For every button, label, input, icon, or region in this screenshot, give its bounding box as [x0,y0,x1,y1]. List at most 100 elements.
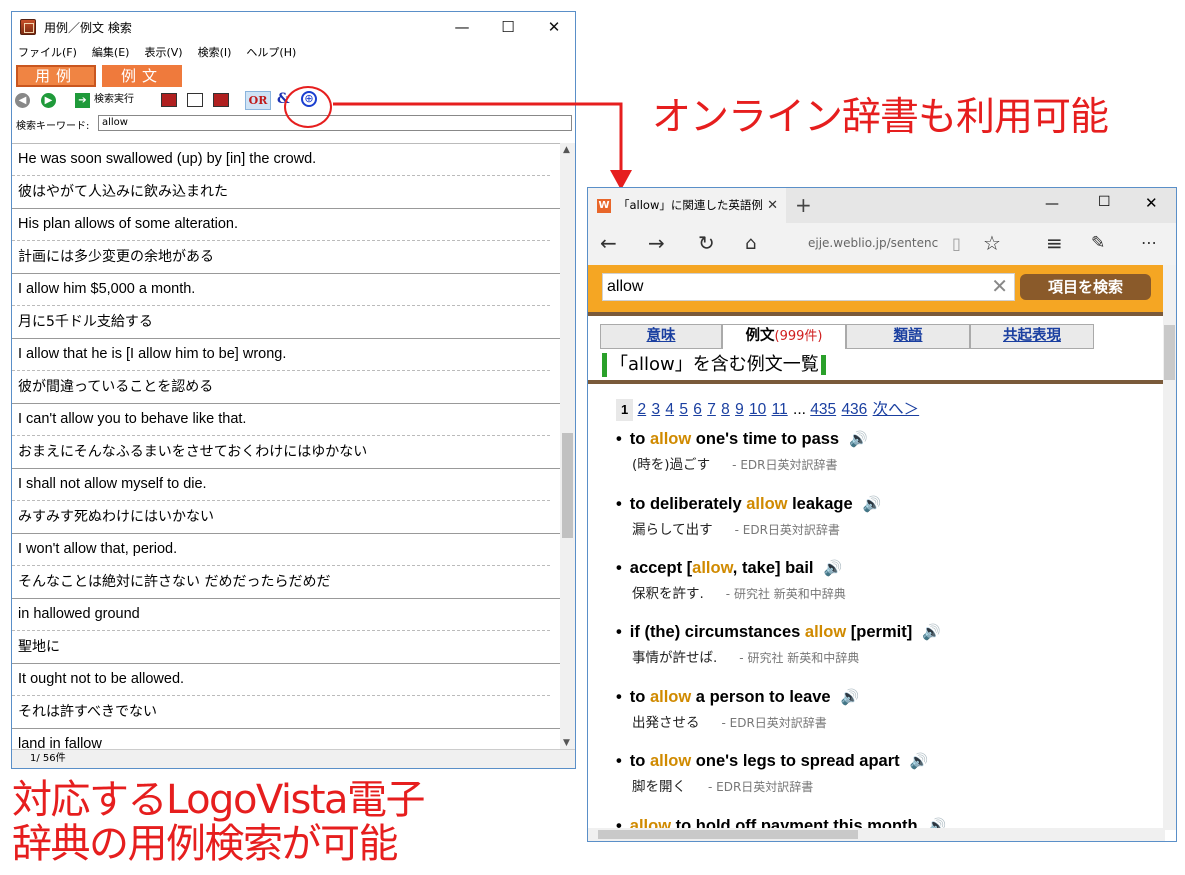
example-entry: • to allow one's time to pass 🔊 (時を)過ごす - E… [616,430,868,473]
entry-highlight: allow [649,430,692,448]
entry-highlight: allow [649,752,692,770]
page-link[interactable]: 11 [772,401,788,418]
search-button[interactable]: 項目を検索 [1020,274,1151,300]
entry-text: to [629,430,650,448]
weblio-favicon: W [597,199,611,213]
page-link[interactable]: 5 [679,401,688,418]
back-arrow-icon[interactable]: ← [600,231,617,255]
entry-source: - 研究社 新英和中辞典 [739,651,860,665]
speaker-icon[interactable]: 🔊 [922,623,941,641]
tab-examples-label: 例文 [745,328,775,344]
page-link[interactable]: 435 [810,401,836,418]
example-entry: • to allow a person to leave 🔊 出発させる - EDR日… [616,688,860,731]
page-link[interactable]: 6 [693,401,702,418]
entry-translation: 漏らして出す [632,522,713,538]
page-title: 「allow」を含む例文一覧 [602,353,829,377]
page-link[interactable]: 2 [638,401,647,418]
tab-examples[interactable]: 例文(999件) [722,324,846,349]
entry-text: leakage [787,495,853,513]
web-note-icon[interactable]: ✎ [1091,233,1105,253]
clear-icon[interactable]: ✕ [991,274,1008,300]
feature-caption: 対応するLogoVista電子 辞典の用例検索が可能 [12,777,426,867]
home-icon[interactable]: ⌂ [745,233,756,254]
forward-arrow-icon[interactable]: → [648,231,665,255]
example-entry: • to deliberately allow leakage 🔊 漏らして出す - … [616,495,882,538]
nav-bar: ← → ↻ ⌂ ejje.weblio.jp/sentenc ▯ ☆ ≡ ✎ ⋯ [588,223,1176,265]
browser-tab[interactable]: W 「allow」に関連した英語例 ✕ [588,188,786,223]
page-link[interactable]: 4 [665,401,674,418]
entry-source: - EDR日英対訳辞書 [734,523,840,537]
example-entry: • if (the) circumstances allow [permit] 🔊 … [616,623,941,666]
entry-text: accept [ [629,559,693,577]
entry-text: one's legs to spread apart [691,752,900,770]
entry-source: - 研究社 新英和中辞典 [725,587,846,601]
entry-translation: 出発させる [632,715,700,731]
tab-collocations[interactable]: 共起表現 [970,324,1094,349]
address-bar[interactable]: ejje.weblio.jp/sentenc [808,236,938,250]
feature-caption-line1: 対応するLogoVista電子 [12,777,426,823]
more-icon[interactable]: ⋯ [1141,233,1157,252]
refresh-icon[interactable]: ↻ [698,231,715,255]
tab-synonyms-label[interactable]: 類語 [894,328,923,344]
browser-minimize-button[interactable]: — [1045,196,1059,212]
browser-window: W 「allow」に関連した英語例 ✕ + — ☐ ✕ ← → ↻ ⌂ ejje… [587,187,1177,842]
horizontal-scrollbar[interactable] [588,828,1165,841]
page-link[interactable]: 9 [735,401,744,418]
entry-text: a person to leave [691,688,831,706]
speaker-icon[interactable]: 🔊 [910,752,929,770]
page-link[interactable]: 10 [749,401,766,418]
divider [588,312,1164,316]
page-scrollbar[interactable] [1163,265,1176,830]
new-tab-button[interactable]: + [795,193,812,217]
tab-meaning[interactable]: 意味 [600,324,722,349]
entry-highlight: allow [649,688,692,706]
entry-source: - EDR日英対訳辞書 [721,716,827,730]
speaker-icon[interactable]: 🔊 [863,495,882,513]
online-caption: オンライン辞書も利用可能 [652,95,1109,140]
hub-icon[interactable]: ≡ [1046,231,1063,255]
speaker-icon[interactable]: 🔊 [824,559,843,577]
entry-text: to deliberately [629,495,747,513]
tab-collocations-label[interactable]: 共起表現 [1003,328,1061,344]
result-tabs: 意味 例文(999件) 類語 共起表現 [600,324,1120,349]
search-value: allow [607,278,644,295]
page-link[interactable]: 8 [721,401,730,418]
entry-text: if (the) circumstances [629,623,805,641]
tab-close-icon[interactable]: ✕ [767,188,778,223]
horizontal-scroll-thumb[interactable] [598,830,858,839]
page-link[interactable]: 3 [651,401,660,418]
page-title-text: 「allow」を含む例文一覧 [610,354,819,375]
pagination: 1 2 3 4 5 6 7 8 9 10 11 ... 435 436 次へ＞ [616,397,920,421]
entry-text: to [629,688,650,706]
entry-text: one's time to pass [691,430,840,448]
favorite-star-icon[interactable]: ☆ [983,231,1001,255]
page-scroll-thumb[interactable] [1164,325,1175,380]
example-entry: • to allow one's legs to spread apart 🔊 脚を… [616,752,929,795]
browser-maximize-button[interactable]: ☐ [1098,194,1111,210]
entry-highlight: allow [746,495,788,513]
entry-translation: (時を)過ごす [632,457,711,473]
feature-caption-line2: 辞典の用例検索が可能 [12,821,399,867]
speaker-icon[interactable]: 🔊 [849,430,868,448]
speaker-icon[interactable]: 🔊 [841,688,860,706]
browser-close-button[interactable]: ✕ [1145,194,1158,212]
tab-examples-count: (999件) [774,329,823,344]
reading-view-icon[interactable]: ▯ [952,234,961,253]
entry-highlight: allow [692,559,733,577]
web-page: allow ✕ 項目を検索 意味 例文(999件) 類語 共起表現 「allow… [588,265,1164,835]
page-link[interactable]: 7 [707,401,716,418]
tab-meaning-label[interactable]: 意味 [647,328,676,344]
page-current: 1 [616,399,634,421]
divider [588,380,1164,384]
entry-text: , take] bail [732,559,814,577]
next-page-link[interactable]: 次へ＞ [873,401,920,418]
search-band: allow ✕ 項目を検索 [588,265,1164,312]
tab-synonyms[interactable]: 類語 [846,324,970,349]
search-input[interactable]: allow ✕ [602,273,1015,301]
page-link[interactable]: 436 [841,401,867,418]
example-entry: • accept [allow, take] bail 🔊 保釈を許す. - 研究社 … [616,559,846,602]
entry-text: to [629,752,650,770]
tab-strip: W 「allow」に関連した英語例 ✕ + — ☐ ✕ [588,188,1176,223]
entry-highlight: allow [804,623,847,641]
page-ellipsis: ... [793,401,806,418]
